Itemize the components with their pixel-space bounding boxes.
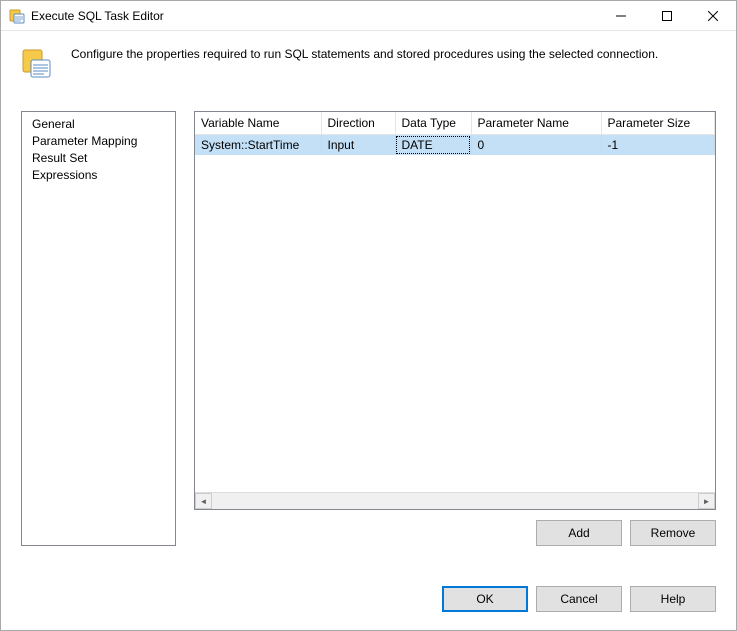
dialog-window: Execute SQL Task Editor Configure the pr… (0, 0, 737, 631)
sidebar-item-general[interactable]: General (24, 116, 173, 133)
sidebar-item-result-set[interactable]: Result Set (24, 150, 173, 167)
maximize-button[interactable] (644, 1, 690, 31)
scroll-left-icon[interactable]: ◄ (195, 493, 212, 509)
description-row: Configure the properties required to run… (1, 31, 736, 103)
scroll-track[interactable] (212, 493, 698, 509)
dialog-footer: OK Cancel Help (1, 554, 736, 630)
ok-button[interactable]: OK (442, 586, 528, 612)
cell-variable-name[interactable]: System::StartTime (195, 135, 321, 156)
cell-parameter-name[interactable]: 0 (471, 135, 601, 156)
close-button[interactable] (690, 1, 736, 31)
scroll-right-icon[interactable]: ► (698, 493, 715, 509)
cell-parameter-size[interactable]: -1 (601, 135, 715, 156)
titlebar: Execute SQL Task Editor (1, 1, 736, 31)
description-text: Configure the properties required to run… (71, 45, 658, 61)
grid-hscrollbar[interactable]: ◄ ► (195, 492, 715, 509)
category-sidebar: General Parameter Mapping Result Set Exp… (21, 111, 176, 546)
window-title: Execute SQL Task Editor (31, 9, 598, 23)
col-variable-name[interactable]: Variable Name (195, 112, 321, 135)
grid-row[interactable]: System::StartTime Input DATE 0 -1 (195, 135, 715, 156)
add-button[interactable]: Add (536, 520, 622, 546)
help-button[interactable]: Help (630, 586, 716, 612)
cancel-button[interactable]: Cancel (536, 586, 622, 612)
dialog-body: General Parameter Mapping Result Set Exp… (1, 103, 736, 554)
cell-data-type[interactable]: DATE (395, 135, 471, 156)
col-parameter-size[interactable]: Parameter Size (601, 112, 715, 135)
col-data-type[interactable]: Data Type (395, 112, 471, 135)
cell-direction[interactable]: Input (321, 135, 395, 156)
minimize-button[interactable] (598, 1, 644, 31)
parameter-grid-container: Variable Name Direction Data Type Parame… (194, 111, 716, 510)
main-panel: Variable Name Direction Data Type Parame… (194, 111, 716, 546)
app-icon (9, 8, 25, 24)
remove-button[interactable]: Remove (630, 520, 716, 546)
parameter-grid[interactable]: Variable Name Direction Data Type Parame… (195, 112, 715, 492)
sidebar-item-expressions[interactable]: Expressions (24, 167, 173, 184)
col-parameter-name[interactable]: Parameter Name (471, 112, 601, 135)
grid-actions: Add Remove (194, 510, 716, 546)
sidebar-item-parameter-mapping[interactable]: Parameter Mapping (24, 133, 173, 150)
grid-header-row: Variable Name Direction Data Type Parame… (195, 112, 715, 135)
col-direction[interactable]: Direction (321, 112, 395, 135)
task-icon (21, 47, 53, 79)
